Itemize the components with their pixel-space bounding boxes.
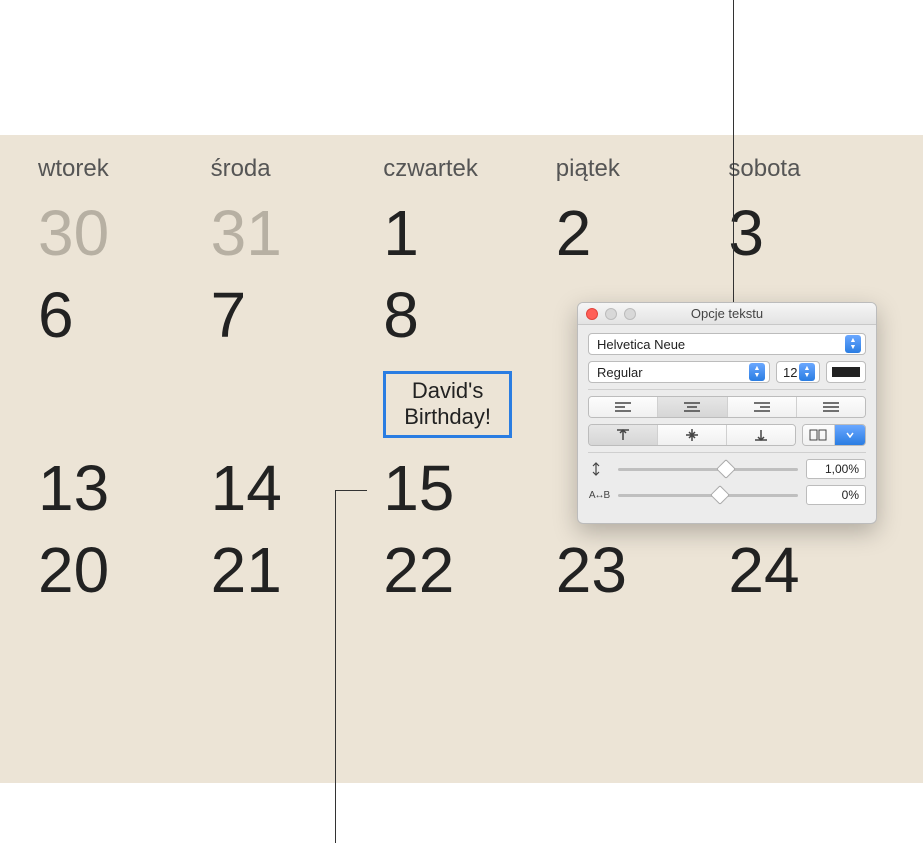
char-spacing-slider[interactable] [618, 494, 798, 497]
columns-button[interactable] [803, 425, 835, 445]
day-number[interactable]: 14 [203, 456, 376, 520]
day-header: sobota [720, 155, 893, 183]
day-number[interactable]: 15 [375, 456, 548, 520]
day-header: wtorek [30, 155, 203, 183]
divider [588, 452, 866, 453]
day-number[interactable]: 22 [375, 538, 548, 602]
empty-cell [30, 371, 203, 438]
valign-bottom-icon [754, 428, 768, 442]
valign-middle-button[interactable] [658, 425, 727, 445]
valign-top-icon [616, 428, 630, 442]
text-options-panel: Opcje tekstu Helvetica Neue ▲▼ Regular ▲… [577, 302, 877, 524]
panel-titlebar[interactable]: Opcje tekstu [578, 303, 876, 325]
callout-line [335, 490, 336, 843]
day-number[interactable]: 6 [30, 283, 203, 353]
columns-menu-button[interactable] [835, 425, 866, 445]
text-color-swatch[interactable] [826, 361, 866, 383]
day-header: czwartek [375, 155, 548, 183]
slider-thumb[interactable] [710, 485, 730, 505]
font-size-field[interactable]: 12 ▲▼ [776, 361, 820, 383]
line-spacing-value: 1,00% [825, 462, 859, 476]
select-stepper-icon: ▲▼ [749, 363, 765, 381]
day-number[interactable]: 7 [203, 283, 376, 353]
day-header: piątek [548, 155, 721, 183]
empty-cell [203, 371, 376, 438]
day-number[interactable]: 8 [375, 283, 548, 353]
font-family-select[interactable]: Helvetica Neue ▲▼ [588, 333, 866, 355]
callout-line [733, 0, 734, 308]
valign-middle-icon [685, 428, 699, 442]
align-justify-icon [822, 401, 840, 413]
align-center-button[interactable] [658, 397, 727, 417]
char-spacing-value-field[interactable]: 0% [806, 485, 866, 505]
valign-top-button[interactable] [589, 425, 658, 445]
color-preview [832, 367, 860, 377]
align-justify-button[interactable] [797, 397, 865, 417]
day-number[interactable]: 1 [375, 201, 548, 265]
day-number[interactable]: 3 [720, 201, 893, 265]
event-cell: David's Birthday! [375, 371, 548, 438]
day-number[interactable]: 30 [30, 201, 203, 265]
line-spacing-value-field[interactable]: 1,00% [806, 459, 866, 479]
event-text-box[interactable]: David's Birthday! [383, 371, 512, 438]
line-spacing-row: 1,00% [588, 459, 866, 479]
horizontal-alignment-segment [588, 396, 866, 418]
line-spacing-icon [588, 461, 610, 477]
font-family-value: Helvetica Neue [597, 337, 685, 352]
day-number[interactable]: 20 [30, 538, 203, 602]
char-spacing-value: 0% [842, 488, 859, 502]
font-style-value: Regular [597, 365, 643, 380]
align-center-icon [683, 401, 701, 413]
align-left-button[interactable] [589, 397, 658, 417]
slider-thumb[interactable] [716, 459, 736, 479]
valign-bottom-button[interactable] [727, 425, 795, 445]
day-number[interactable]: 24 [720, 538, 893, 602]
columns-icon [809, 429, 827, 441]
align-left-icon [614, 401, 632, 413]
chevron-down-icon [846, 432, 854, 438]
select-stepper-icon: ▲▼ [845, 335, 861, 353]
day-number[interactable]: 31 [203, 201, 376, 265]
callout-line [335, 490, 367, 491]
align-right-button[interactable] [728, 397, 797, 417]
divider [588, 389, 866, 390]
char-spacing-row: A↔B 0% [588, 485, 866, 505]
panel-body: Helvetica Neue ▲▼ Regular ▲▼ 12 ▲▼ [578, 325, 876, 523]
font-style-select[interactable]: Regular ▲▼ [588, 361, 770, 383]
day-header: środa [203, 155, 376, 183]
line-spacing-slider[interactable] [618, 468, 798, 471]
align-right-icon [753, 401, 771, 413]
font-size-value: 12 [783, 365, 797, 380]
panel-title: Opcje tekstu [578, 306, 876, 321]
vertical-alignment-segment [588, 424, 796, 446]
char-spacing-icon: A↔B [588, 490, 610, 501]
columns-control [802, 424, 866, 446]
day-number[interactable]: 23 [548, 538, 721, 602]
day-number[interactable]: 2 [548, 201, 721, 265]
day-number[interactable]: 21 [203, 538, 376, 602]
select-stepper-icon: ▲▼ [799, 363, 815, 381]
day-number[interactable]: 13 [30, 456, 203, 520]
